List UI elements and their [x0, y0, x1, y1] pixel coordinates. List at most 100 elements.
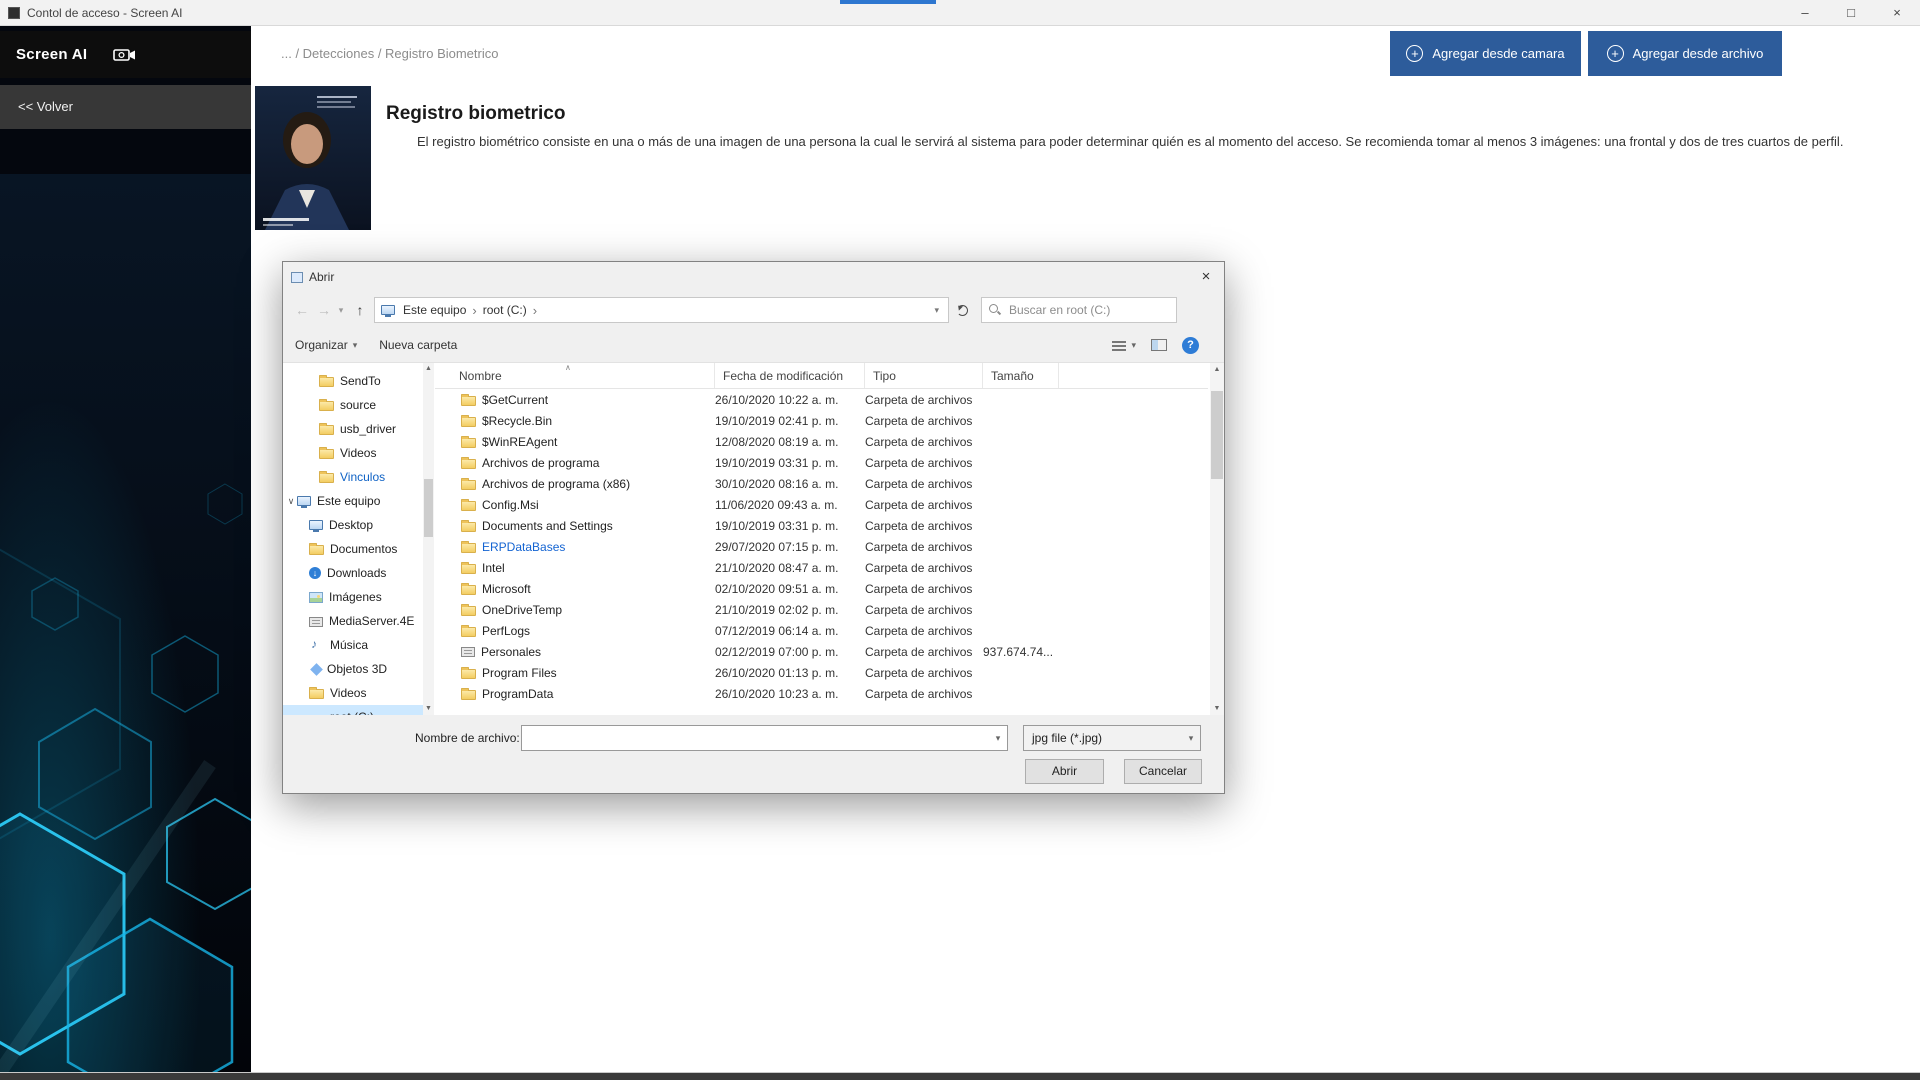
plus-icon: +	[1607, 45, 1624, 62]
nav-back-icon[interactable]: ←	[290, 302, 314, 318]
file-date: 26/10/2020 01:13 p. m.	[715, 666, 865, 680]
tree-item[interactable]: Desktop	[283, 513, 423, 537]
new-folder-label: Nueva carpeta	[379, 338, 457, 352]
nav-history-chevron-icon[interactable]: ▾	[334, 305, 348, 316]
view-mode-button[interactable]: ▾	[1112, 340, 1136, 351]
scroll-up-icon[interactable]: ▲	[423, 363, 434, 375]
folder-icon	[461, 647, 475, 657]
tree-item[interactable]: Este equipo	[283, 489, 423, 513]
list-scrollbar[interactable]: ▲ ▼	[1210, 363, 1224, 715]
scroll-up-icon[interactable]: ▲	[1210, 363, 1224, 376]
column-header-type[interactable]: Tipo	[865, 363, 983, 388]
tree-item-label: Desktop	[329, 518, 373, 532]
file-row[interactable]: PerfLogs 07/12/2019 06:14 a. m. Carpeta …	[435, 620, 1208, 641]
organize-button[interactable]: Organizar ▾	[295, 338, 357, 352]
breadcrumb-computer[interactable]: Este equipo	[397, 303, 472, 317]
file-row[interactable]: ProgramData 26/10/2020 10:23 a. m. Carpe…	[435, 683, 1208, 704]
tree-item-icon	[309, 689, 324, 699]
add-from-file-button[interactable]: + Agregar desde archivo	[1588, 31, 1782, 76]
search-box[interactable]	[981, 297, 1177, 323]
tree-item[interactable]: usb_driver	[283, 417, 423, 441]
dialog-close-icon[interactable]: ×	[1188, 262, 1224, 292]
dialog-navbar: ← → ▾ ↑ Este equipo › root (C:) › ▾	[283, 292, 1224, 328]
file-name: Documents and Settings	[482, 519, 613, 533]
folder-icon	[461, 606, 476, 616]
tree-scrollbar-thumb[interactable]	[424, 479, 433, 537]
file-name: $WinREAgent	[482, 435, 557, 449]
address-bar[interactable]: Este equipo › root (C:) › ▾	[374, 297, 949, 323]
file-row[interactable]: $Recycle.Bin 19/10/2019 02:41 p. m. Carp…	[435, 410, 1208, 431]
file-name: Config.Msi	[482, 498, 539, 512]
file-date: 26/10/2020 10:22 a. m.	[715, 393, 865, 407]
file-row[interactable]: $WinREAgent 12/08/2020 08:19 a. m. Carpe…	[435, 431, 1208, 452]
tree-item[interactable]: Videos	[283, 681, 423, 705]
file-row[interactable]: Documents and Settings 19/10/2019 03:31 …	[435, 515, 1208, 536]
new-folder-button[interactable]: Nueva carpeta	[379, 338, 457, 352]
file-row[interactable]: Intel 21/10/2020 08:47 a. m. Carpeta de …	[435, 557, 1208, 578]
tree-item[interactable]: Música	[283, 633, 423, 657]
file-row[interactable]: Archivos de programa (x86) 30/10/2020 08…	[435, 473, 1208, 494]
open-button[interactable]: Abrir	[1025, 759, 1104, 784]
file-size: 937.674.74...	[983, 645, 1059, 659]
file-row[interactable]: Config.Msi 11/06/2020 09:43 a. m. Carpet…	[435, 494, 1208, 515]
breadcrumb-drive[interactable]: root (C:)	[477, 303, 533, 317]
refresh-button[interactable]	[949, 305, 975, 316]
tree-item[interactable]: MediaServer.4E	[283, 609, 423, 633]
column-header-name[interactable]: Nombre	[435, 363, 715, 388]
sort-ascending-icon: ∧	[565, 363, 571, 372]
tree-scrollbar[interactable]: ▲ ▼	[423, 363, 434, 715]
cancel-button[interactable]: Cancelar	[1124, 759, 1202, 784]
tree-item[interactable]: Objetos 3D	[283, 657, 423, 681]
column-header-date[interactable]: Fecha de modificación	[715, 363, 865, 388]
help-icon[interactable]: ?	[1182, 337, 1199, 354]
tree-item-label: Música	[330, 638, 368, 652]
folder-icon	[461, 543, 476, 553]
filetype-select[interactable]: jpg file (*.jpg) ▾	[1023, 725, 1201, 751]
tree-item[interactable]: Documentos	[283, 537, 423, 561]
tree-item[interactable]: source	[283, 393, 423, 417]
file-name: Archivos de programa (x86)	[482, 477, 630, 491]
tree-item-icon	[309, 639, 324, 651]
file-row[interactable]: ERPDataBases 29/07/2020 07:15 p. m. Carp…	[435, 536, 1208, 557]
preview-pane-icon[interactable]	[1151, 339, 1167, 351]
nav-up-icon[interactable]: ↑	[348, 302, 372, 318]
file-row[interactable]: Personales 02/12/2019 07:00 p. m. Carpet…	[435, 641, 1208, 662]
file-row[interactable]: Microsoft 02/10/2020 09:51 a. m. Carpeta…	[435, 578, 1208, 599]
column-header-size[interactable]: Tamaño	[983, 363, 1059, 388]
file-date: 21/10/2020 08:47 a. m.	[715, 561, 865, 575]
search-icon	[989, 304, 1001, 316]
tree-item-label: Objetos 3D	[327, 662, 387, 676]
tree-item[interactable]: Imágenes	[283, 585, 423, 609]
file-row[interactable]: Program Files 26/10/2020 01:13 p. m. Car…	[435, 662, 1208, 683]
tree-item-label: Videos	[340, 446, 376, 460]
tree-item[interactable]: SendTo	[283, 369, 423, 393]
maximize-button[interactable]: □	[1828, 0, 1874, 25]
list-scrollbar-thumb[interactable]	[1211, 391, 1223, 479]
chevron-down-icon[interactable]: ▾	[989, 733, 1007, 744]
filename-label: Nombre de archivo:	[415, 731, 520, 745]
file-row[interactable]: $GetCurrent 26/10/2020 10:22 a. m. Carpe…	[435, 389, 1208, 410]
tree-item[interactable]: Videos	[283, 441, 423, 465]
address-dropdown-icon[interactable]: ▾	[931, 305, 942, 316]
filename-input[interactable]	[522, 726, 989, 750]
back-button[interactable]: << Volver	[0, 85, 251, 129]
tree-item[interactable]: Vinculos	[283, 465, 423, 489]
minimize-button[interactable]: –	[1782, 0, 1828, 25]
file-name: Microsoft	[482, 582, 531, 596]
breadcrumb: ... / Detecciones / Registro Biometrico	[281, 26, 498, 82]
tree-item[interactable]: root (C:)	[283, 705, 423, 715]
close-button[interactable]: ×	[1874, 0, 1920, 25]
search-input[interactable]	[1007, 302, 1157, 318]
scroll-down-icon[interactable]: ▼	[423, 703, 434, 715]
file-row[interactable]: OneDriveTemp 21/10/2019 02:02 p. m. Carp…	[435, 599, 1208, 620]
tree-item[interactable]: Downloads	[283, 561, 423, 585]
add-from-camera-button[interactable]: + Agregar desde camara	[1390, 31, 1581, 76]
tree-item-label: usb_driver	[340, 422, 396, 436]
folder-icon	[461, 669, 476, 679]
scroll-down-icon[interactable]: ▼	[1210, 702, 1224, 715]
organize-label: Organizar	[295, 338, 348, 352]
nav-forward-icon[interactable]: →	[314, 302, 334, 318]
file-row[interactable]: Archivos de programa 19/10/2019 03:31 p.…	[435, 452, 1208, 473]
chevron-down-icon: ▾	[353, 340, 358, 351]
tree-item-label: Imágenes	[329, 590, 382, 604]
